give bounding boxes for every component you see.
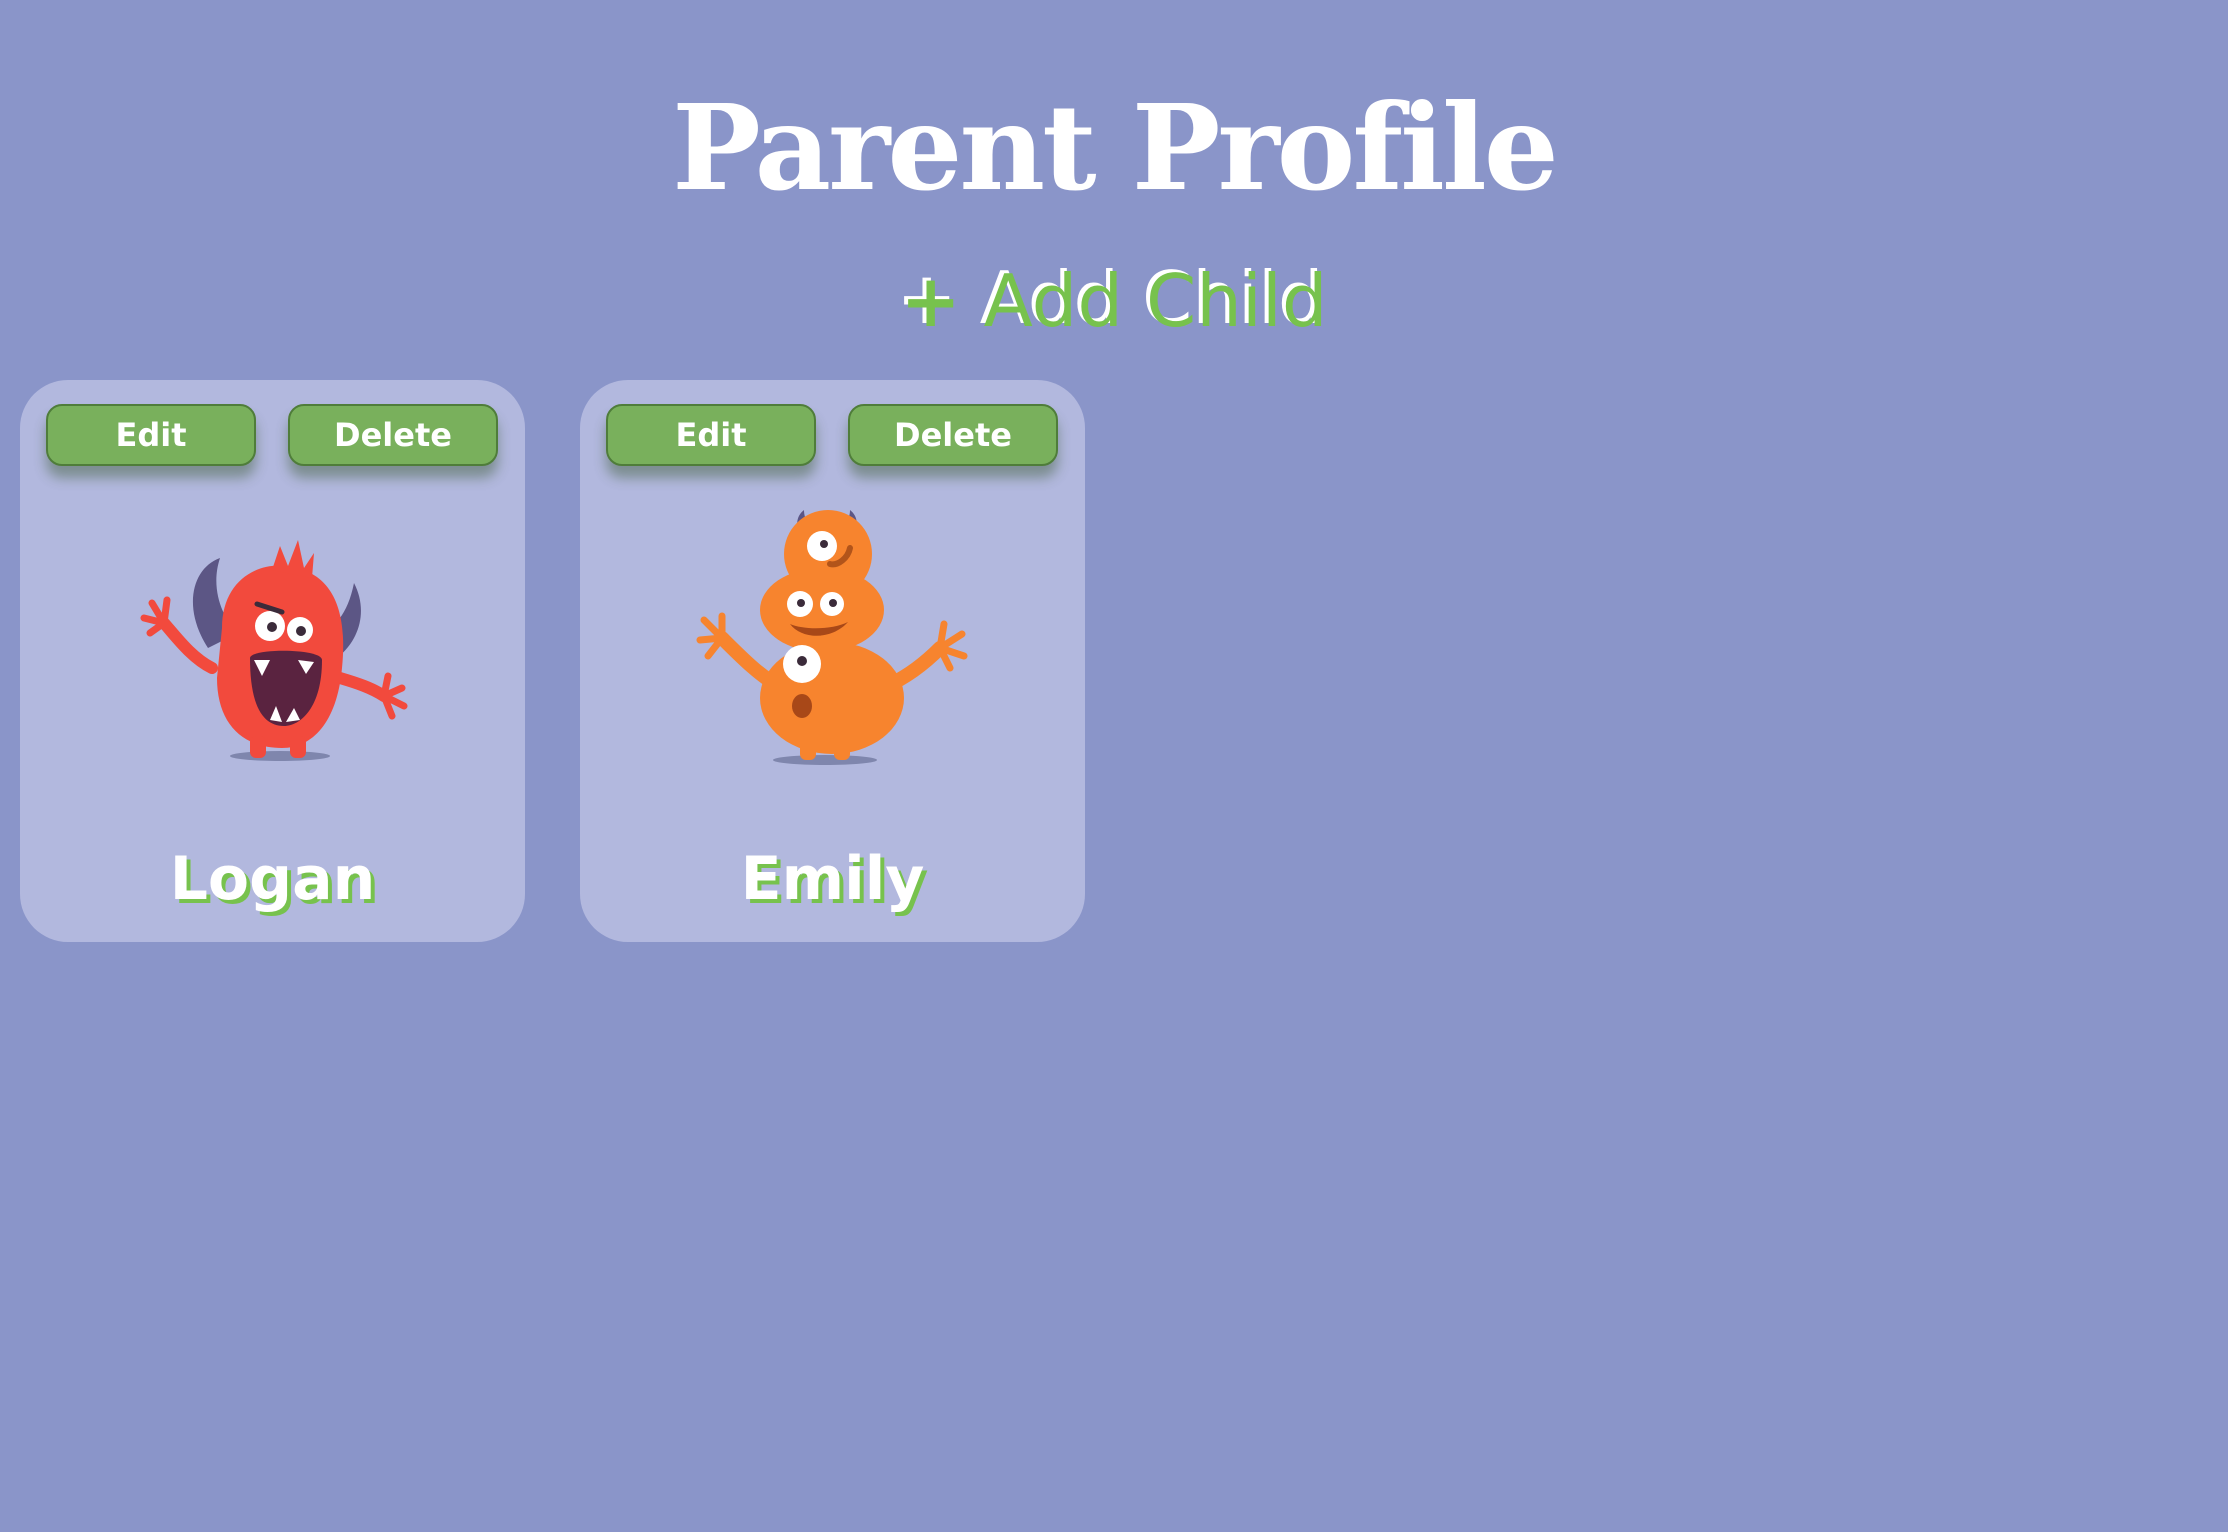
child-name: Emily bbox=[740, 844, 925, 914]
add-child-button[interactable]: + Add Child bbox=[0, 256, 2228, 346]
add-child-label: Add Child bbox=[983, 259, 1328, 343]
edit-button[interactable]: Edit bbox=[46, 404, 256, 466]
child-card-emily: Edit Delete Emily bbox=[580, 380, 1085, 942]
page-title: Parent Profile bbox=[672, 78, 1559, 217]
orange-monster-icon bbox=[696, 510, 968, 765]
child-name: Logan bbox=[169, 844, 376, 914]
red-monster-icon bbox=[140, 540, 408, 761]
delete-button[interactable]: Delete bbox=[848, 404, 1058, 466]
child-card-logan: Edit Delete Logan bbox=[20, 380, 525, 942]
plus-icon: + bbox=[900, 259, 961, 343]
edit-button[interactable]: Edit bbox=[606, 404, 816, 466]
delete-button[interactable]: Delete bbox=[288, 404, 498, 466]
